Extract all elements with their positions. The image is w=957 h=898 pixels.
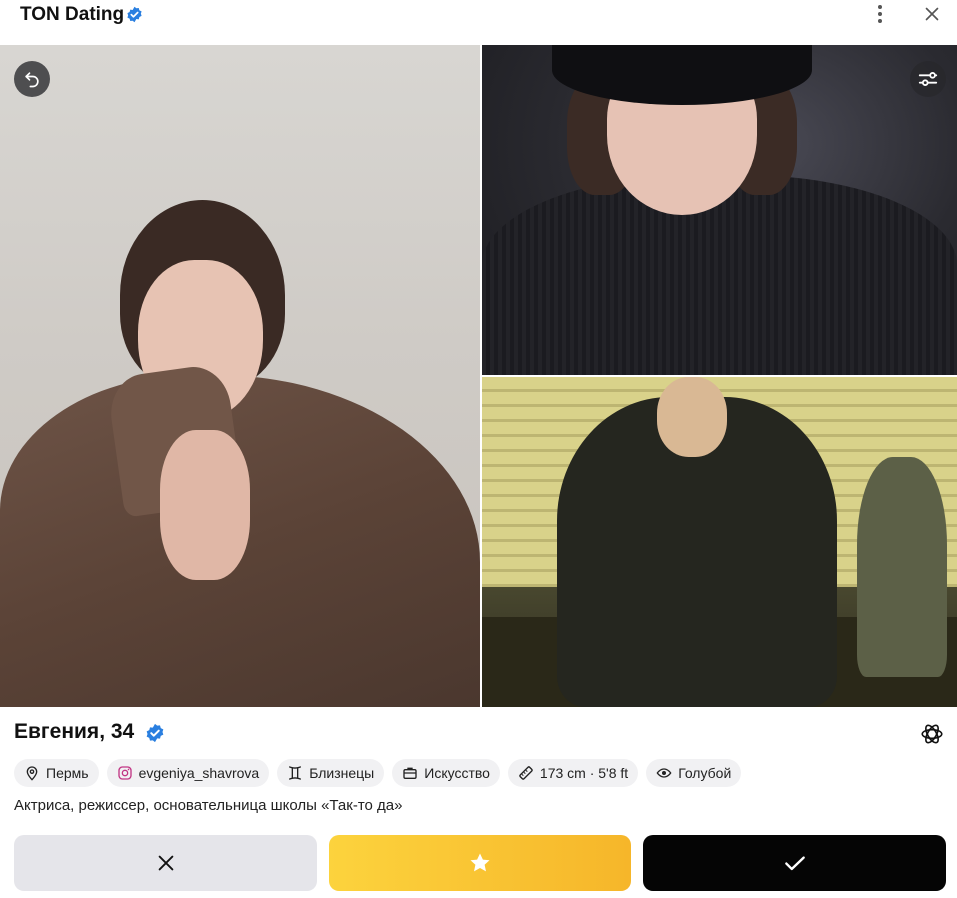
tag-height: 173 cm · 5'8 ft xyxy=(507,759,639,787)
superlike-button[interactable] xyxy=(329,835,631,891)
more-menu-button[interactable] xyxy=(868,2,892,26)
profile-name-age: Евгения, 34 xyxy=(14,720,135,743)
undo-button[interactable] xyxy=(14,61,50,97)
profile-photo-main[interactable] xyxy=(0,45,480,707)
undo-icon xyxy=(25,72,39,88)
app-window: TON Dating Евгения, 34 Пермь evgeniya_sh… xyxy=(0,0,957,898)
like-button[interactable] xyxy=(643,835,946,891)
vertical-dots-icon xyxy=(878,5,882,23)
dislike-button[interactable] xyxy=(14,835,317,891)
filter-button[interactable] xyxy=(910,61,946,97)
tag-label: Близнецы xyxy=(309,765,375,781)
tag-instagram[interactable]: evgeniya_shavrova xyxy=(106,759,270,787)
ruler-icon xyxy=(518,765,534,781)
tag-occupation: Искусство xyxy=(392,759,500,787)
app-title: TON Dating xyxy=(20,4,125,25)
tag-label: Голубой xyxy=(678,765,732,781)
tag-label: 173 cm · 5'8 ft xyxy=(539,765,629,781)
openai-icon xyxy=(921,724,943,744)
checkmark-icon xyxy=(784,856,805,871)
eye-icon xyxy=(656,765,672,781)
gemini-zodiac-icon xyxy=(287,765,303,781)
tag-label: Искусство xyxy=(424,765,490,781)
verified-badge-icon xyxy=(126,6,143,23)
tag-label: evgeniya_shavrova xyxy=(138,765,260,781)
location-pin-icon xyxy=(24,765,40,781)
profile-bio: Актриса, режиссер, основательница школы … xyxy=(14,797,403,814)
close-button[interactable] xyxy=(920,2,944,26)
tag-zodiac: Близнецы xyxy=(277,759,385,787)
filter-sliders-icon xyxy=(918,72,938,86)
briefcase-icon xyxy=(402,765,418,781)
star-icon xyxy=(470,853,490,872)
profile-photo-2[interactable] xyxy=(482,45,957,375)
header-bar: TON Dating xyxy=(0,0,957,45)
ai-assistant-button[interactable] xyxy=(918,720,946,748)
tag-location: Пермь xyxy=(14,759,99,787)
profile-tags: Пермь evgeniya_shavrova Близнецы Искусст… xyxy=(14,759,742,787)
x-icon xyxy=(158,855,173,871)
tag-eye-color: Голубой xyxy=(646,759,742,787)
close-icon xyxy=(925,7,939,21)
instagram-icon xyxy=(117,765,133,781)
profile-photo-3[interactable] xyxy=(482,377,957,707)
tag-label: Пермь xyxy=(46,765,89,781)
verified-badge-icon xyxy=(145,723,165,743)
